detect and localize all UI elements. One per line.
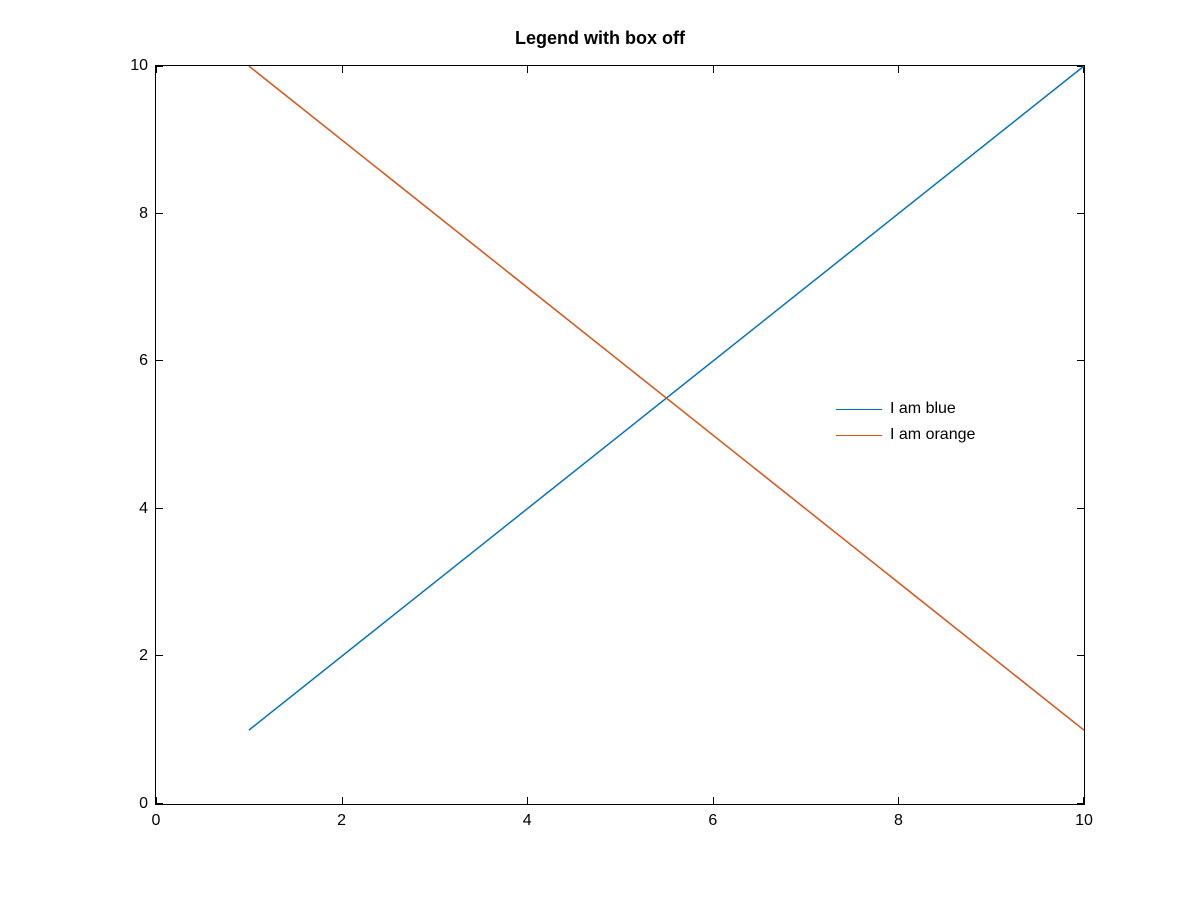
chart-title: Legend with box off: [0, 28, 1200, 49]
x-tick-label: 0: [152, 812, 161, 830]
legend-swatch-orange: [836, 435, 882, 436]
legend-entry: I am orange: [836, 422, 975, 448]
legend-entry: I am blue: [836, 396, 975, 422]
legend: I am blue I am orange: [836, 396, 975, 448]
x-tick-label: 10: [1075, 812, 1093, 830]
x-tick-label: 6: [708, 812, 717, 830]
y-tick-label: 0: [108, 795, 148, 813]
y-tick-label: 4: [108, 500, 148, 518]
legend-label: I am orange: [890, 426, 975, 444]
x-tick-label: 2: [337, 812, 346, 830]
x-tick-label: 8: [894, 812, 903, 830]
chart-axes: 0 2 4 6 8 10 0 2 4 6 8 10 I am blue I am: [155, 65, 1085, 805]
y-tick-label: 6: [108, 352, 148, 370]
legend-label: I am blue: [890, 400, 956, 418]
figure: Legend with box off 0 2 4 6: [0, 0, 1200, 900]
y-tick-label: 2: [108, 647, 148, 665]
y-tick-label: 8: [108, 205, 148, 223]
legend-swatch-blue: [836, 409, 882, 410]
x-tick-label: 4: [523, 812, 532, 830]
y-tick-label: 10: [108, 57, 148, 75]
